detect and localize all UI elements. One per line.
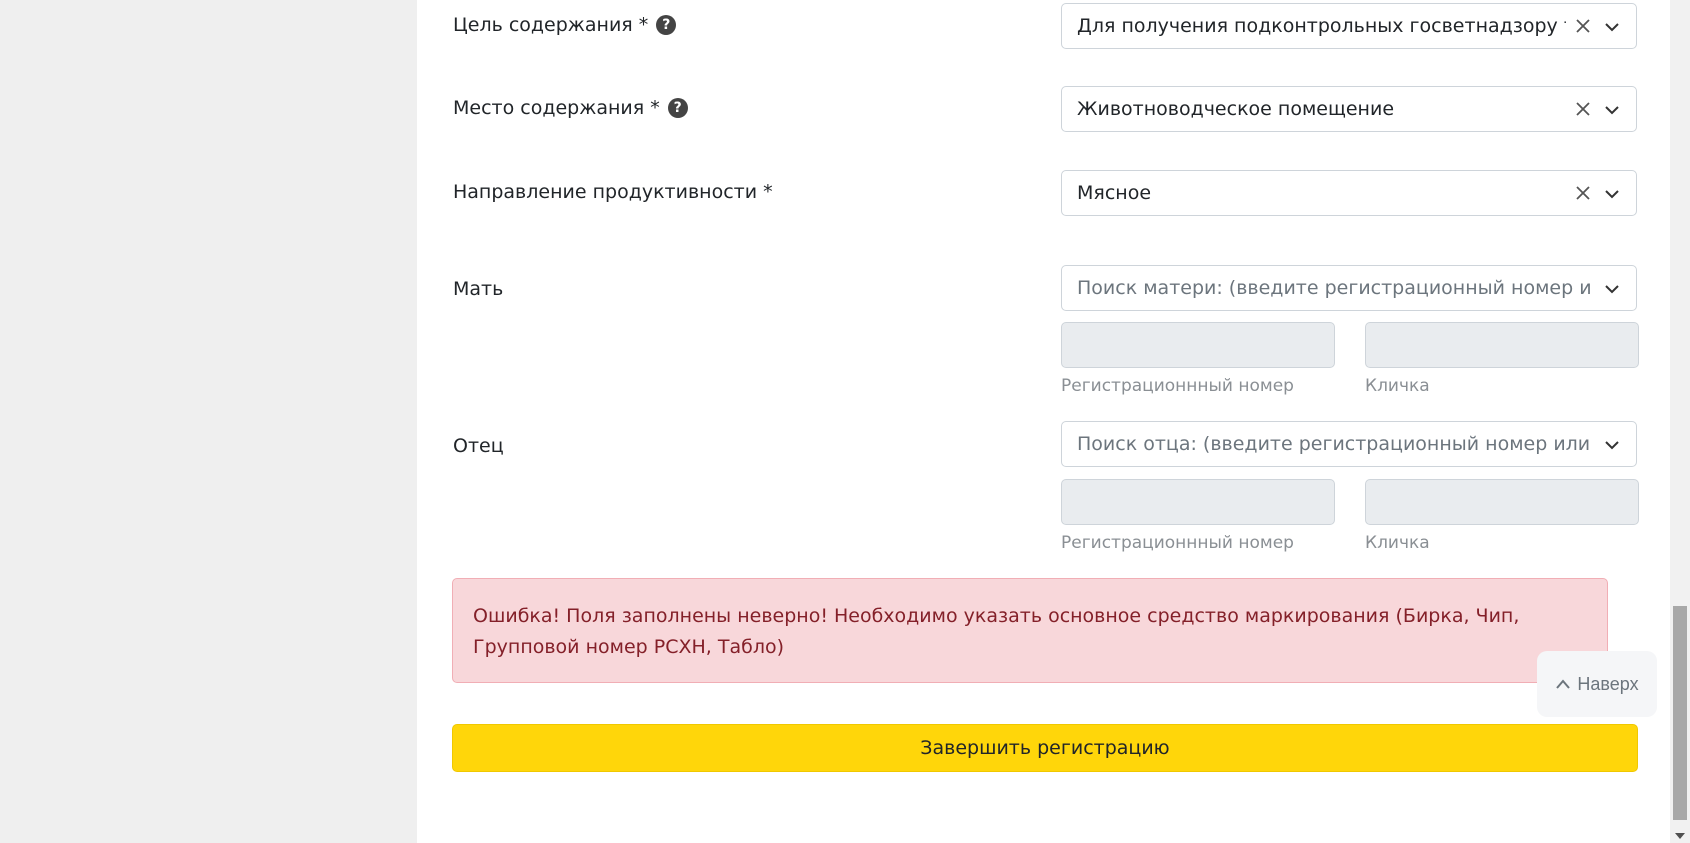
- mother-search-placeholder: Поиск матери: (введите регистрационный н…: [1077, 277, 1591, 299]
- chevron-down-icon[interactable]: [1604, 281, 1620, 297]
- error-alert-text: Ошибка! Поля заполнены неверно! Необходи…: [473, 605, 1520, 658]
- place-label: Место содержания * ?: [453, 97, 688, 119]
- error-alert: Ошибка! Поля заполнены неверно! Необходи…: [452, 578, 1608, 683]
- mother-search-select[interactable]: Поиск матери: (введите регистрационный н…: [1061, 265, 1637, 311]
- father-reg-number-label: Регистрационнный номер: [1061, 533, 1294, 553]
- father-reg-number-field: [1061, 479, 1335, 525]
- help-icon[interactable]: ?: [656, 15, 677, 35]
- close-icon[interactable]: [1574, 100, 1592, 118]
- purpose-select[interactable]: Для получения подконтрольных госветнадзо…: [1061, 3, 1637, 49]
- purpose-label: Цель содержания * ?: [453, 14, 677, 36]
- chevron-down-icon[interactable]: [1604, 437, 1620, 453]
- father-search-placeholder: Поиск отца: (введите регистрационный ном…: [1077, 433, 1591, 455]
- mother-label: Мать: [453, 278, 504, 300]
- direction-select[interactable]: Мясное: [1061, 170, 1637, 216]
- father-label: Отец: [453, 435, 504, 457]
- chevron-up-icon: [1556, 679, 1571, 689]
- back-to-top-label: Наверх: [1577, 673, 1639, 694]
- help-icon[interactable]: ?: [667, 98, 688, 118]
- close-icon[interactable]: [1574, 17, 1592, 35]
- father-name-label: Кличка: [1365, 533, 1430, 553]
- purpose-select-value: Для получения подконтрольных госветнадзо…: [1077, 15, 1566, 37]
- father-search-select[interactable]: Поиск отца: (введите регистрационный ном…: [1061, 421, 1637, 467]
- chevron-down-icon[interactable]: [1604, 186, 1620, 202]
- form-panel: Цель содержания * ? Для получения подкон…: [417, 0, 1670, 843]
- finish-registration-button[interactable]: Завершить регистрацию: [452, 724, 1638, 772]
- close-icon[interactable]: [1574, 184, 1592, 202]
- scroll-down-arrow-icon[interactable]: [1675, 833, 1685, 839]
- mother-name-label: Кличка: [1365, 376, 1430, 396]
- direction-label: Направление продуктивности *: [453, 181, 773, 203]
- mother-name-field: [1365, 322, 1639, 368]
- place-select-value: Животноводческое помещение: [1077, 98, 1395, 120]
- father-name-field: [1365, 479, 1639, 525]
- mother-reg-number-field: [1061, 322, 1335, 368]
- back-to-top-button[interactable]: Наверх: [1537, 651, 1657, 717]
- mother-reg-number-label: Регистрационнный номер: [1061, 376, 1294, 396]
- place-select[interactable]: Животноводческое помещение: [1061, 86, 1637, 132]
- direction-select-value: Мясное: [1077, 182, 1152, 204]
- chevron-down-icon[interactable]: [1604, 102, 1620, 118]
- chevron-down-icon[interactable]: [1604, 19, 1620, 35]
- scrollbar-thumb[interactable]: [1673, 606, 1687, 820]
- page-scrollbar[interactable]: [1670, 0, 1690, 843]
